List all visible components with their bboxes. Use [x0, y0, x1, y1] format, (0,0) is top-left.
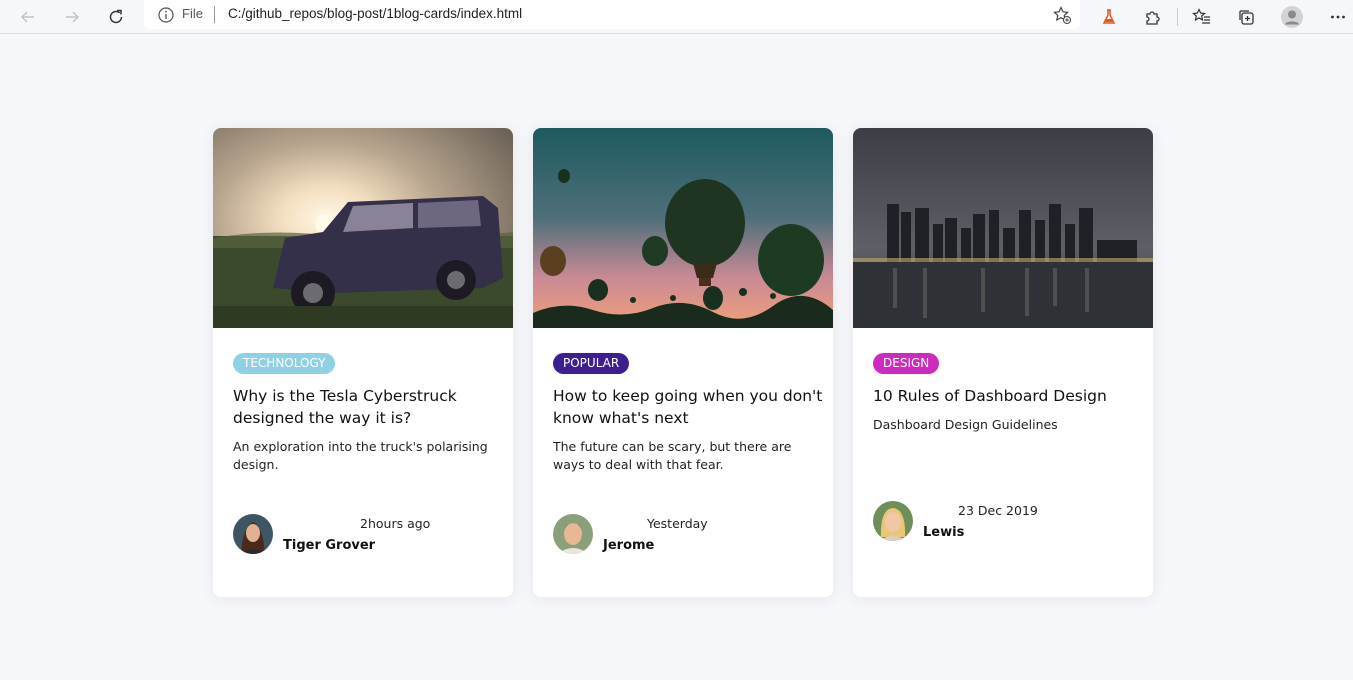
favorites-list-icon: [1192, 8, 1210, 24]
card-image-city: [853, 128, 1153, 328]
card-title[interactable]: 10 Rules of Dashboard Design: [873, 385, 1143, 407]
info-icon[interactable]: [158, 7, 174, 27]
flask-extension-icon: [1102, 9, 1116, 24]
post-time: Yesterday: [647, 516, 708, 531]
blog-card[interactable]: DESIGN 10 Rules of Dashboard Design Dash…: [853, 128, 1153, 597]
author-name[interactable]: Tiger Grover: [283, 538, 375, 553]
blog-card[interactable]: POPULAR How to keep going when you don't…: [533, 128, 833, 597]
card-image-truck: [213, 128, 513, 328]
forward-button[interactable]: [58, 3, 86, 31]
post-time: 2hours ago: [360, 516, 431, 531]
profile-button[interactable]: [1278, 3, 1306, 31]
post-time: 23 Dec 2019: [958, 503, 1038, 518]
card-description: The future can be scary, but there are w…: [553, 439, 792, 472]
profile-avatar-icon: [1281, 6, 1303, 28]
author-name[interactable]: Lewis: [923, 525, 964, 540]
card-title[interactable]: How to keep going when you don't know wh…: [553, 385, 823, 429]
url-scheme: File: [182, 6, 203, 21]
browser-toolbar: File C:/github_repos/blog-post/1blog-car…: [0, 0, 1353, 34]
card-description: Dashboard Design Guidelines: [873, 417, 1058, 432]
address-divider: [214, 6, 215, 23]
category-tag[interactable]: POPULAR: [553, 353, 630, 374]
toolbar-divider: [1177, 8, 1178, 26]
category-tag[interactable]: TECHNOLOGY: [233, 353, 336, 374]
arrow-left-icon: [20, 11, 34, 23]
author-name[interactable]: Jerome: [603, 538, 654, 553]
author-avatar: [873, 501, 913, 541]
author-avatar: [233, 514, 273, 554]
add-favorite-icon[interactable]: [1052, 5, 1072, 29]
collections-button[interactable]: [1232, 3, 1260, 31]
card-title[interactable]: Why is the Tesla Cyberstruck designed th…: [233, 385, 503, 429]
blog-card[interactable]: TECHNOLOGY Why is the Tesla Cyberstruck …: [213, 128, 513, 597]
arrow-right-icon: [66, 11, 80, 23]
address-bar[interactable]: File C:/github_repos/blog-post/1blog-car…: [144, 0, 1080, 29]
reload-button[interactable]: [102, 3, 130, 31]
collections-icon: [1239, 10, 1254, 25]
extensions-button[interactable]: [1139, 3, 1167, 31]
category-tag[interactable]: DESIGN: [873, 353, 940, 374]
url-text[interactable]: C:/github_repos/blog-post/1blog-cards/in…: [228, 6, 522, 21]
card-image-balloons: [533, 128, 833, 328]
author-avatar: [553, 514, 593, 554]
card-description: An exploration into the truck's polarisi…: [233, 439, 488, 472]
back-button[interactable]: [14, 3, 42, 31]
more-icon: [1331, 15, 1345, 19]
puzzle-icon: [1146, 11, 1160, 25]
menu-button[interactable]: [1324, 3, 1352, 31]
favorites-button[interactable]: [1188, 3, 1216, 31]
extension-button[interactable]: [1095, 3, 1123, 31]
reload-icon: [109, 9, 123, 24]
